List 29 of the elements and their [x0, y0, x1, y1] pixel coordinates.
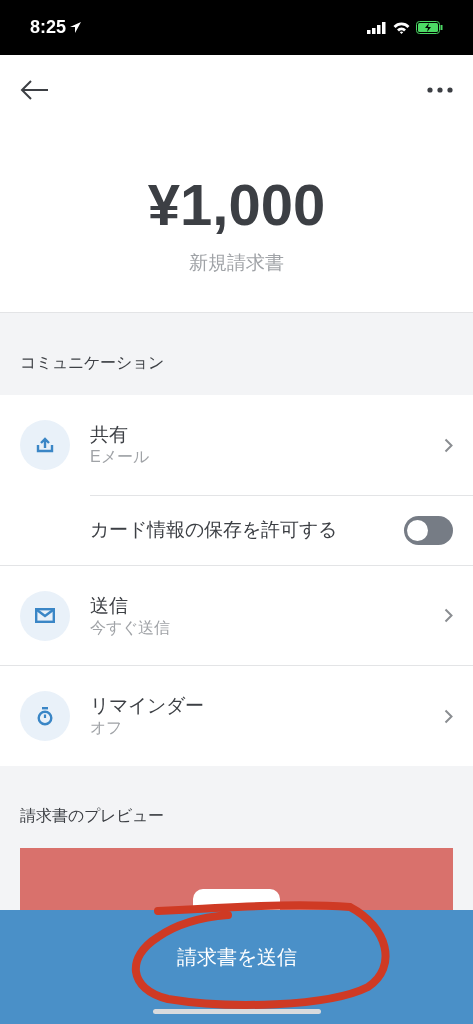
chevron-right-icon: [444, 437, 453, 453]
item-title: 共有: [90, 423, 129, 447]
status-time: 8:25: [30, 16, 67, 39]
invoice-subtitle: 新規請求書: [189, 251, 284, 275]
invoice-amount: ¥1,000: [147, 173, 326, 237]
list-item[interactable]: 送信 今すぐ送信: [0, 566, 473, 666]
item-subtitle: Eメール: [90, 447, 150, 467]
chevron-right-icon: [444, 608, 453, 623]
item-title: リマインダー: [90, 694, 205, 718]
stopwatch-icon: [37, 706, 53, 726]
list-item[interactable]: 共有 Eメール: [0, 395, 473, 495]
invoice-preview[interactable]: [20, 848, 453, 910]
list-item[interactable]: リマインダー オフ: [0, 666, 473, 766]
envelope-icon: [35, 608, 55, 623]
location-arrow-icon: [70, 22, 82, 33]
more-button[interactable]: [427, 87, 453, 93]
back-button[interactable]: [20, 80, 49, 100]
item-subtitle: 今すぐ送信: [90, 617, 171, 638]
section-heading: コミュニケーション: [20, 353, 164, 373]
upload-icon: [36, 437, 54, 453]
section-heading: 請求書のプレビュー: [20, 806, 164, 826]
item-title: 送信: [90, 593, 129, 618]
signal-icon: [367, 21, 387, 34]
wifi-icon: [393, 21, 410, 34]
battery-charging-icon: [416, 21, 443, 34]
chevron-right-icon: [444, 708, 453, 724]
toggle-switch[interactable]: [404, 516, 453, 545]
item-subtitle: オフ: [90, 718, 123, 738]
toggle-label: カード情報の保存を許可する: [90, 518, 338, 543]
